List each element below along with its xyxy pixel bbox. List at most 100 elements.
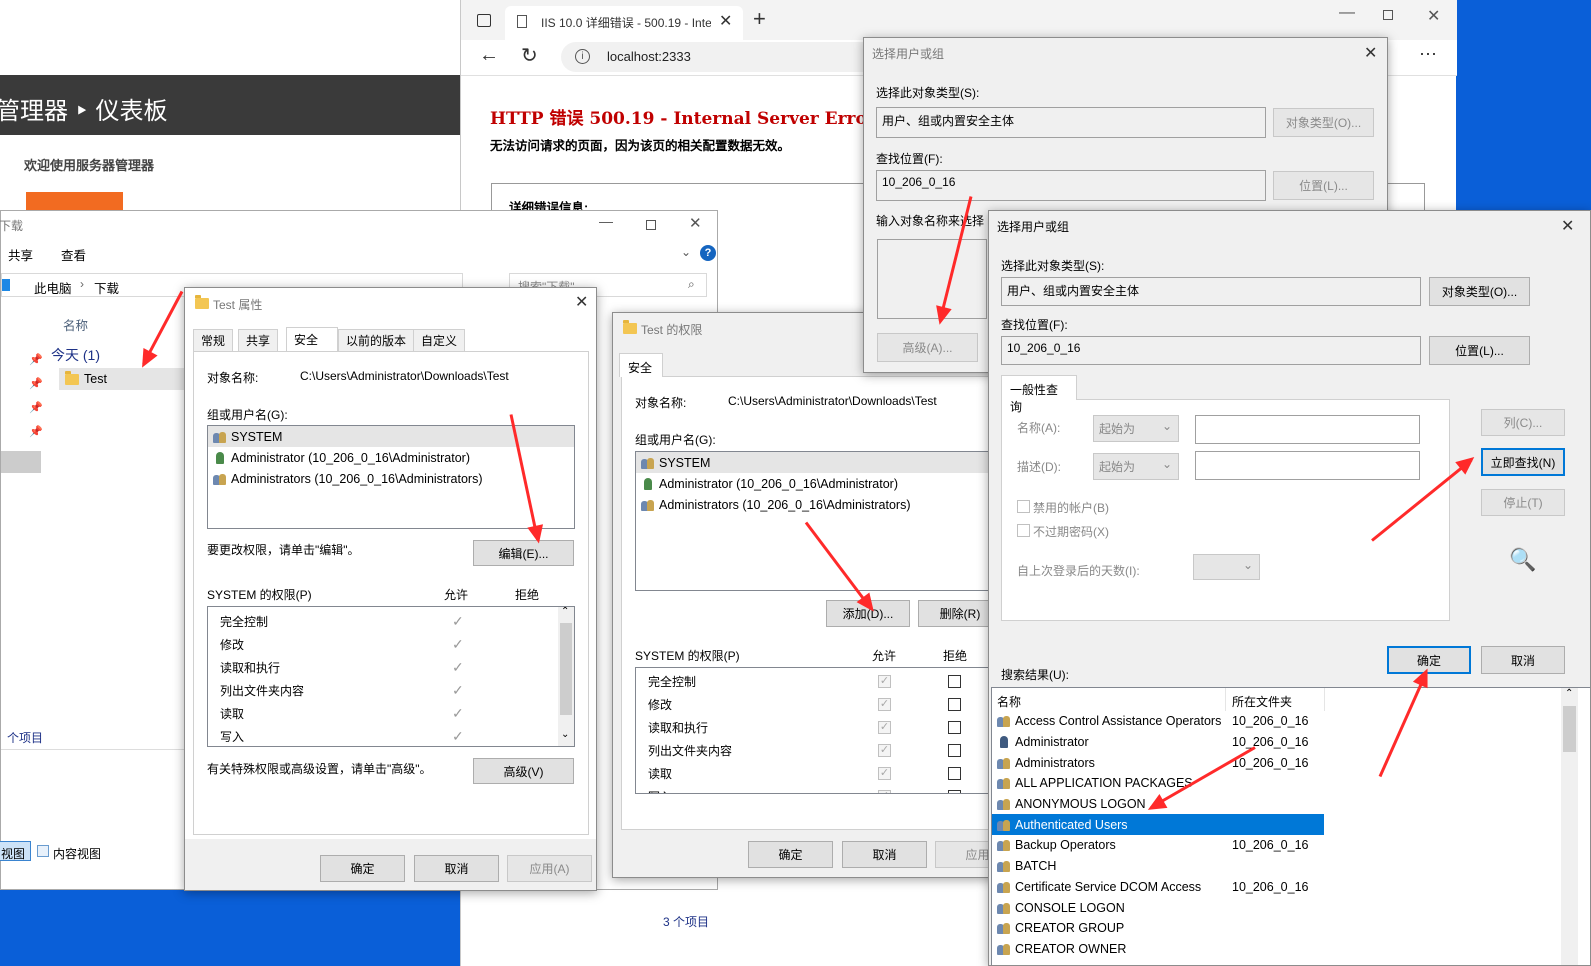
result-row[interactable]: Access Control Assistance Operators 10_20… xyxy=(992,711,1324,732)
pin-icon[interactable]: 📌 xyxy=(29,353,43,366)
refresh-icon[interactable]: ↻ xyxy=(521,43,538,68)
new-tab-icon[interactable]: + xyxy=(753,6,766,32)
scroll-down-icon[interactable]: ⌄ xyxy=(561,729,569,740)
tab-actions-icon[interactable] xyxy=(477,14,491,27)
advanced-button[interactable]: 高级(V) xyxy=(473,758,574,784)
view-details-button[interactable]: 视图 xyxy=(0,841,31,861)
result-row[interactable]: Administrator 10_206_0_16 xyxy=(992,732,1324,753)
chevron-down-icon[interactable]: ⌄ xyxy=(681,245,691,259)
user-row[interactable]: Administrators (10_206_0_16\Administrato… xyxy=(636,494,1001,515)
col-separator[interactable] xyxy=(1324,688,1325,711)
scroll-up-icon[interactable]: ⌃ xyxy=(1565,688,1573,699)
cancel-button[interactable]: 取消 xyxy=(414,855,499,882)
locations-button[interactable]: 位置(L)... xyxy=(1273,171,1374,200)
result-row[interactable]: Authenticated Users xyxy=(992,814,1324,836)
col-header-folder[interactable]: 所在文件夹 xyxy=(1232,693,1292,710)
allow-checkbox[interactable]: ✓ xyxy=(878,698,891,711)
edit-button[interactable]: 编辑(E)... xyxy=(473,540,574,566)
names-input[interactable] xyxy=(877,239,987,319)
deny-checkbox[interactable] xyxy=(948,790,961,793)
scroll-thumb[interactable] xyxy=(560,623,572,715)
allow-checkbox[interactable]: ✓ xyxy=(878,790,891,793)
info-icon[interactable]: i xyxy=(575,49,590,64)
back-icon[interactable]: ← xyxy=(479,44,499,67)
breadcrumb-downloads[interactable]: 下载 xyxy=(94,278,119,297)
close-icon[interactable]: ✕ xyxy=(575,292,588,312)
tab-security[interactable]: 安全 xyxy=(619,353,663,377)
desc-starts-with-select[interactable]: 起始为 ⌄ xyxy=(1093,453,1179,480)
permissions-list[interactable]: 完全控制✓ 修改✓ 读取和执行✓ 列出文件夹内容✓ 读取✓ 写入✓ xyxy=(635,667,1001,794)
close-icon[interactable]: ✕ xyxy=(689,214,702,232)
tab-close-icon[interactable]: ✕ xyxy=(719,11,732,31)
deny-checkbox[interactable] xyxy=(948,744,961,757)
user-row[interactable]: SYSTEM xyxy=(208,426,574,447)
tab-general[interactable]: 常规 xyxy=(193,329,234,351)
maximize-icon[interactable] xyxy=(1383,10,1393,20)
address-bar[interactable]: i localhost:2333 xyxy=(561,42,881,72)
users-list[interactable]: SYSTEM Administrator (10_206_0_16\Admini… xyxy=(635,451,1001,591)
scrollbar[interactable]: ⌃ ⌄ xyxy=(558,607,574,746)
user-row[interactable]: Administrator (10_206_0_16\Administrator… xyxy=(636,473,1001,494)
users-list[interactable]: SYSTEM Administrator (10_206_0_16\Admini… xyxy=(207,425,575,529)
result-row[interactable]: Backup Operators 10_206_0_16 xyxy=(992,835,1324,856)
pin-icon[interactable]: 📌 xyxy=(29,377,43,390)
locations-button[interactable]: 位置(L)... xyxy=(1429,336,1530,365)
col-separator[interactable] xyxy=(1225,688,1226,711)
nav-selected-item[interactable] xyxy=(1,451,41,473)
column-name[interactable]: 名称 xyxy=(63,315,88,334)
result-row[interactable]: Administrators 10_206_0_16 xyxy=(992,752,1324,773)
menu-view[interactable]: 查看 xyxy=(61,245,86,264)
stop-button[interactable]: 停止(T) xyxy=(1481,489,1565,516)
menu-share[interactable]: 共享 xyxy=(8,245,33,264)
days-select[interactable]: ⌄ xyxy=(1193,554,1260,580)
result-row[interactable]: CREATOR OWNER xyxy=(992,939,1324,960)
tab-common-queries[interactable]: 一般性查询 xyxy=(1001,375,1077,414)
pin-icon[interactable]: 📌 xyxy=(29,425,43,438)
allow-checkbox[interactable]: ✓ xyxy=(878,675,891,688)
allow-checkbox[interactable]: ✓ xyxy=(878,744,891,757)
col-header-name[interactable]: 名称 xyxy=(997,693,1021,710)
browser-tab[interactable]: IIS 10.0 详细错误 - 500.19 - Inter ✕ xyxy=(505,6,743,40)
cancel-button[interactable]: 取消 xyxy=(842,841,927,868)
deny-checkbox[interactable] xyxy=(948,767,961,780)
file-item-test[interactable]: Test xyxy=(59,368,189,390)
tab-customize[interactable]: 自定义 xyxy=(413,329,466,351)
result-row[interactable]: Certificate Service DCOM Access 10_206_0_… xyxy=(992,877,1324,898)
advanced-button[interactable]: 高级(A)... xyxy=(877,333,978,362)
tab-previous-versions[interactable]: 以前的版本 xyxy=(338,329,415,351)
permissions-list[interactable]: 完全控制 ✓ 修改 ✓ 读取和执行 ✓ 列出文件夹内容 ✓ 读取 ✓ 写入 ✓ ⌃ ⌄ xyxy=(207,606,575,747)
description-input[interactable] xyxy=(1195,451,1420,480)
disabled-accounts-checkbox[interactable] xyxy=(1017,500,1030,513)
tab-security[interactable]: 安全 xyxy=(286,327,338,351)
close-icon[interactable]: ✕ xyxy=(1364,43,1377,63)
group-header[interactable]: 今天 (1) xyxy=(51,345,100,365)
columns-button[interactable]: 列(C)... xyxy=(1481,409,1565,436)
find-now-button[interactable]: 立即查找(N) xyxy=(1481,448,1565,476)
apply-button[interactable]: 应用(A) xyxy=(507,855,592,882)
help-icon[interactable]: ? xyxy=(700,245,716,261)
scroll-thumb[interactable] xyxy=(1563,706,1576,752)
result-row[interactable]: BATCH xyxy=(992,856,1324,877)
minimize-icon[interactable]: — xyxy=(1339,4,1355,22)
scroll-up-icon[interactable]: ⌃ xyxy=(561,607,569,617)
minimize-icon[interactable]: — xyxy=(599,213,613,229)
more-icon[interactable]: ⋯ xyxy=(1419,44,1437,65)
url-text[interactable]: localhost:2333 xyxy=(607,49,691,64)
user-row[interactable]: Administrators (10_206_0_16\Administrato… xyxy=(208,468,574,489)
results-list[interactable]: 名称 所在文件夹 Access Control Assistance Opera… xyxy=(991,687,1590,965)
close-icon[interactable]: ✕ xyxy=(1561,216,1574,236)
non-expiring-checkbox[interactable] xyxy=(1017,524,1030,537)
allow-checkbox[interactable]: ✓ xyxy=(878,721,891,734)
cancel-button[interactable]: 取消 xyxy=(1481,646,1565,674)
result-row[interactable]: ALL APPLICATION PACKAGES xyxy=(992,773,1324,794)
ok-button[interactable]: 确定 xyxy=(320,855,405,882)
breadcrumb-this-pc[interactable]: 此电脑 xyxy=(34,278,72,297)
close-icon[interactable]: ✕ xyxy=(1427,6,1440,26)
allow-checkbox[interactable]: ✓ xyxy=(878,767,891,780)
object-types-button[interactable]: 对象类型(O)... xyxy=(1273,108,1374,137)
ok-button[interactable]: 确定 xyxy=(748,841,833,868)
name-input[interactable] xyxy=(1195,415,1420,444)
content-view-label[interactable]: 内容视图 xyxy=(53,845,101,862)
object-types-button[interactable]: 对象类型(O)... xyxy=(1429,277,1530,306)
deny-checkbox[interactable] xyxy=(948,675,961,688)
